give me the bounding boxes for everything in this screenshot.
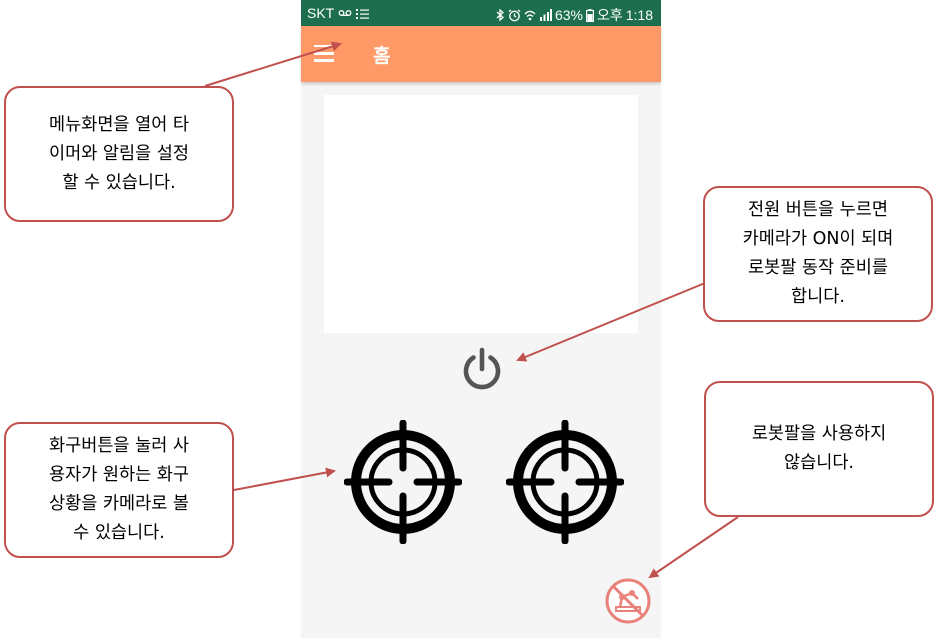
callout-burner: 화구버튼을 눌러 사 용자가 원하는 화구 상황을 카메라로 볼 수 있습니다. <box>4 422 234 558</box>
callout-power: 전원 버튼을 누르면 카메라가 ON이 되며 로봇팔 동작 준비를 합니다. <box>703 186 933 322</box>
arrow-to-robot <box>648 516 739 579</box>
arrow-to-burner <box>233 467 336 491</box>
arrow-to-power <box>516 282 706 362</box>
arrow-to-menu <box>204 41 342 87</box>
callout-robot: 로봇팔을 사용하지 않습니다. <box>704 381 934 517</box>
callout-menu: 메뉴화면을 열어 타 이머와 알림을 설정 할 수 있습니다. <box>4 86 234 222</box>
